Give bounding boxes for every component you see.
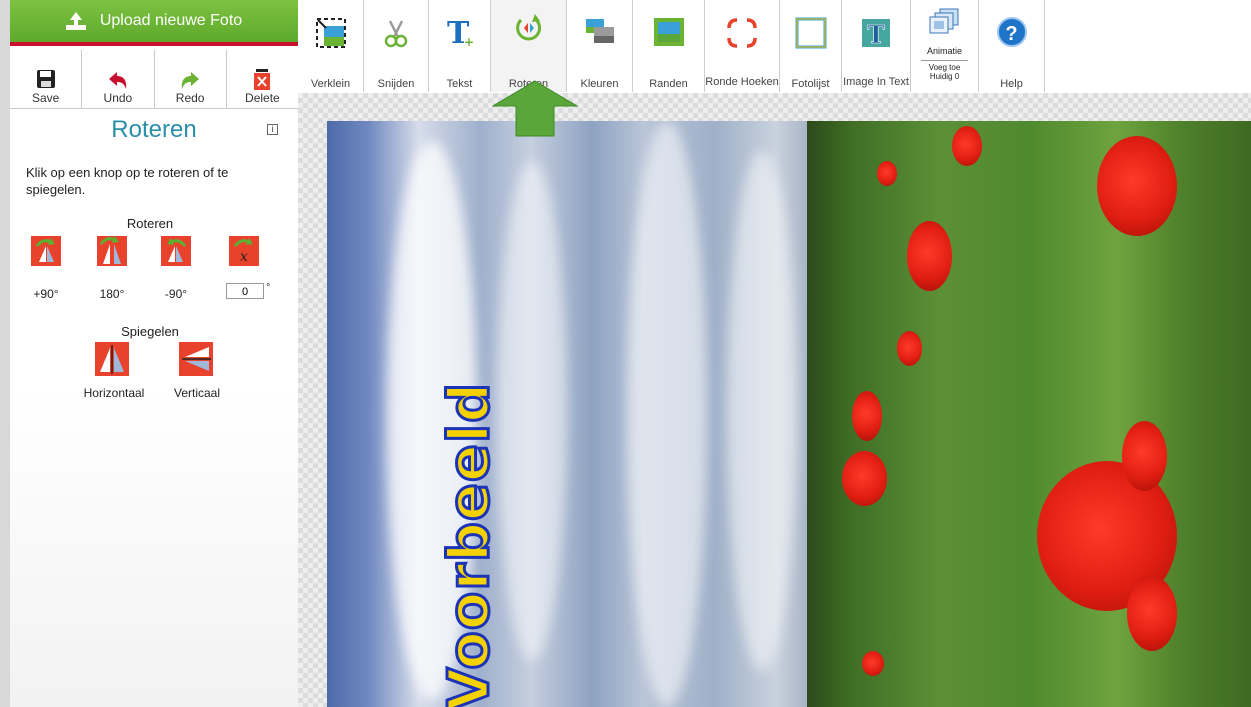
svg-text:T: T [867, 20, 885, 49]
mirror-vertical-label: Verticaal [173, 386, 221, 400]
custom-angle-input[interactable]: 0 [226, 283, 264, 299]
tool-ronde-hoeken-label: Ronde Hoeken [705, 76, 779, 88]
mirror-horizontal-button[interactable] [95, 342, 129, 376]
redo-label: Redo [175, 91, 205, 105]
tool-snijden-label: Snijden [377, 78, 415, 90]
panel-instructions: Klik op een knop op te roteren of te spi… [26, 165, 229, 197]
tool-image-in-text[interactable]: T Image In Text [842, 0, 911, 92]
save-icon [36, 70, 55, 88]
animatie-title: Animatie [926, 46, 962, 56]
panel-title: Roteren [111, 116, 197, 143]
tool-fotolijst-label: Fotolijst [791, 78, 830, 90]
degree-symbol: ° [266, 282, 271, 294]
rotate-section-label: Roteren [126, 216, 174, 231]
tool-animatie[interactable]: Animatie Voeg toe Huidig 0 [911, 0, 979, 92]
rotate-left-icon [167, 238, 187, 262]
tool-verklein-label: Verklein [310, 78, 351, 90]
upload-label: Upload nieuwe Foto [99, 12, 243, 29]
action-toolbar: Save Undo Redo Delete [10, 50, 298, 109]
upload-icon [65, 12, 86, 30]
photo-poppy-field [807, 121, 1251, 707]
svg-text:x: x [240, 249, 248, 265]
animatie-current-label: Huidig 0 [929, 72, 960, 81]
tool-snijden[interactable]: Snijden [364, 0, 429, 92]
delete-icon [254, 69, 271, 90]
tool-verklein[interactable]: Verklein [298, 0, 364, 92]
rotate-180-button[interactable] [97, 236, 127, 266]
tool-randen-label: Randen [649, 78, 688, 90]
tool-tekst-label: Tekst [446, 78, 473, 90]
mirror-vertical-icon [182, 347, 211, 371]
panel-header: Roteren i [10, 116, 298, 146]
scissors-icon [384, 20, 408, 48]
rounded-corners-icon [727, 18, 757, 48]
tool-randen[interactable]: Randen [633, 0, 705, 92]
upload-photo-button[interactable]: Upload nieuwe Foto [10, 0, 298, 46]
undo-button[interactable]: Undo [82, 50, 155, 108]
animatie-add-label: Voeg toe [928, 63, 961, 72]
rotate-icon [515, 14, 541, 41]
rotate-plus-90-button[interactable] [31, 236, 61, 266]
delete-button[interactable]: Delete [227, 50, 298, 108]
tool-tekst[interactable]: T + Tekst [429, 0, 491, 92]
tool-image-in-text-label: Image In Text [843, 76, 909, 88]
tools-toolbar: Verklein Snijden T + Tekst Roteren Kleure… [298, 0, 1251, 94]
mirror-vertical-button[interactable] [179, 342, 213, 376]
photo-sky [327, 121, 837, 707]
edited-photo[interactable]: Voorbeeld [327, 121, 1251, 707]
rotate-plus-90-label: +90° [33, 287, 59, 301]
help-icon: ? [996, 17, 1027, 47]
tool-kleuren[interactable]: Kleuren [567, 0, 633, 92]
resize-icon [315, 18, 346, 48]
photo-frame-icon [795, 17, 826, 49]
tool-help[interactable]: ? Help [979, 0, 1045, 92]
save-button[interactable]: Save [10, 50, 83, 108]
rotate-custom-button[interactable]: x [229, 236, 259, 266]
tool-help-label: Help [1000, 78, 1023, 90]
left-panel-edge [0, 0, 10, 707]
undo-icon [108, 72, 127, 89]
green-up-arrow-annotation [492, 80, 578, 137]
info-icon[interactable]: i [267, 124, 278, 135]
text-icon: T+ [447, 17, 474, 49]
mirror-section-label: Spiegelen [121, 324, 179, 339]
rotate-right-icon [35, 238, 55, 262]
svg-text:+: + [464, 35, 474, 49]
image-in-text-icon: T [862, 19, 890, 49]
redo-icon [181, 72, 200, 89]
save-label: Save [31, 91, 60, 105]
tool-roteren[interactable]: Roteren [491, 0, 567, 92]
colors-icon [585, 19, 614, 43]
redo-button[interactable]: Redo [155, 50, 227, 108]
delete-label: Delete [245, 91, 280, 105]
borders-icon [653, 18, 684, 46]
rotate-180-label: 180° [99, 287, 125, 301]
rotate-minus-90-label: -90° [164, 287, 188, 301]
tool-ronde-hoeken[interactable]: Ronde Hoeken [705, 0, 780, 92]
animation-icon [929, 8, 958, 34]
tool-fotolijst[interactable]: Fotolijst [780, 0, 842, 92]
undo-label: Undo [103, 91, 133, 105]
mirror-horizontal-label: Horizontaal [83, 386, 145, 400]
mirror-horizontal-icon [100, 345, 124, 374]
rotate-custom-icon: x [233, 238, 253, 265]
photo-overlay-text: Voorbeeld [436, 380, 504, 707]
rotate-180-icon [99, 236, 121, 264]
rotate-minus-90-button[interactable] [161, 236, 191, 266]
